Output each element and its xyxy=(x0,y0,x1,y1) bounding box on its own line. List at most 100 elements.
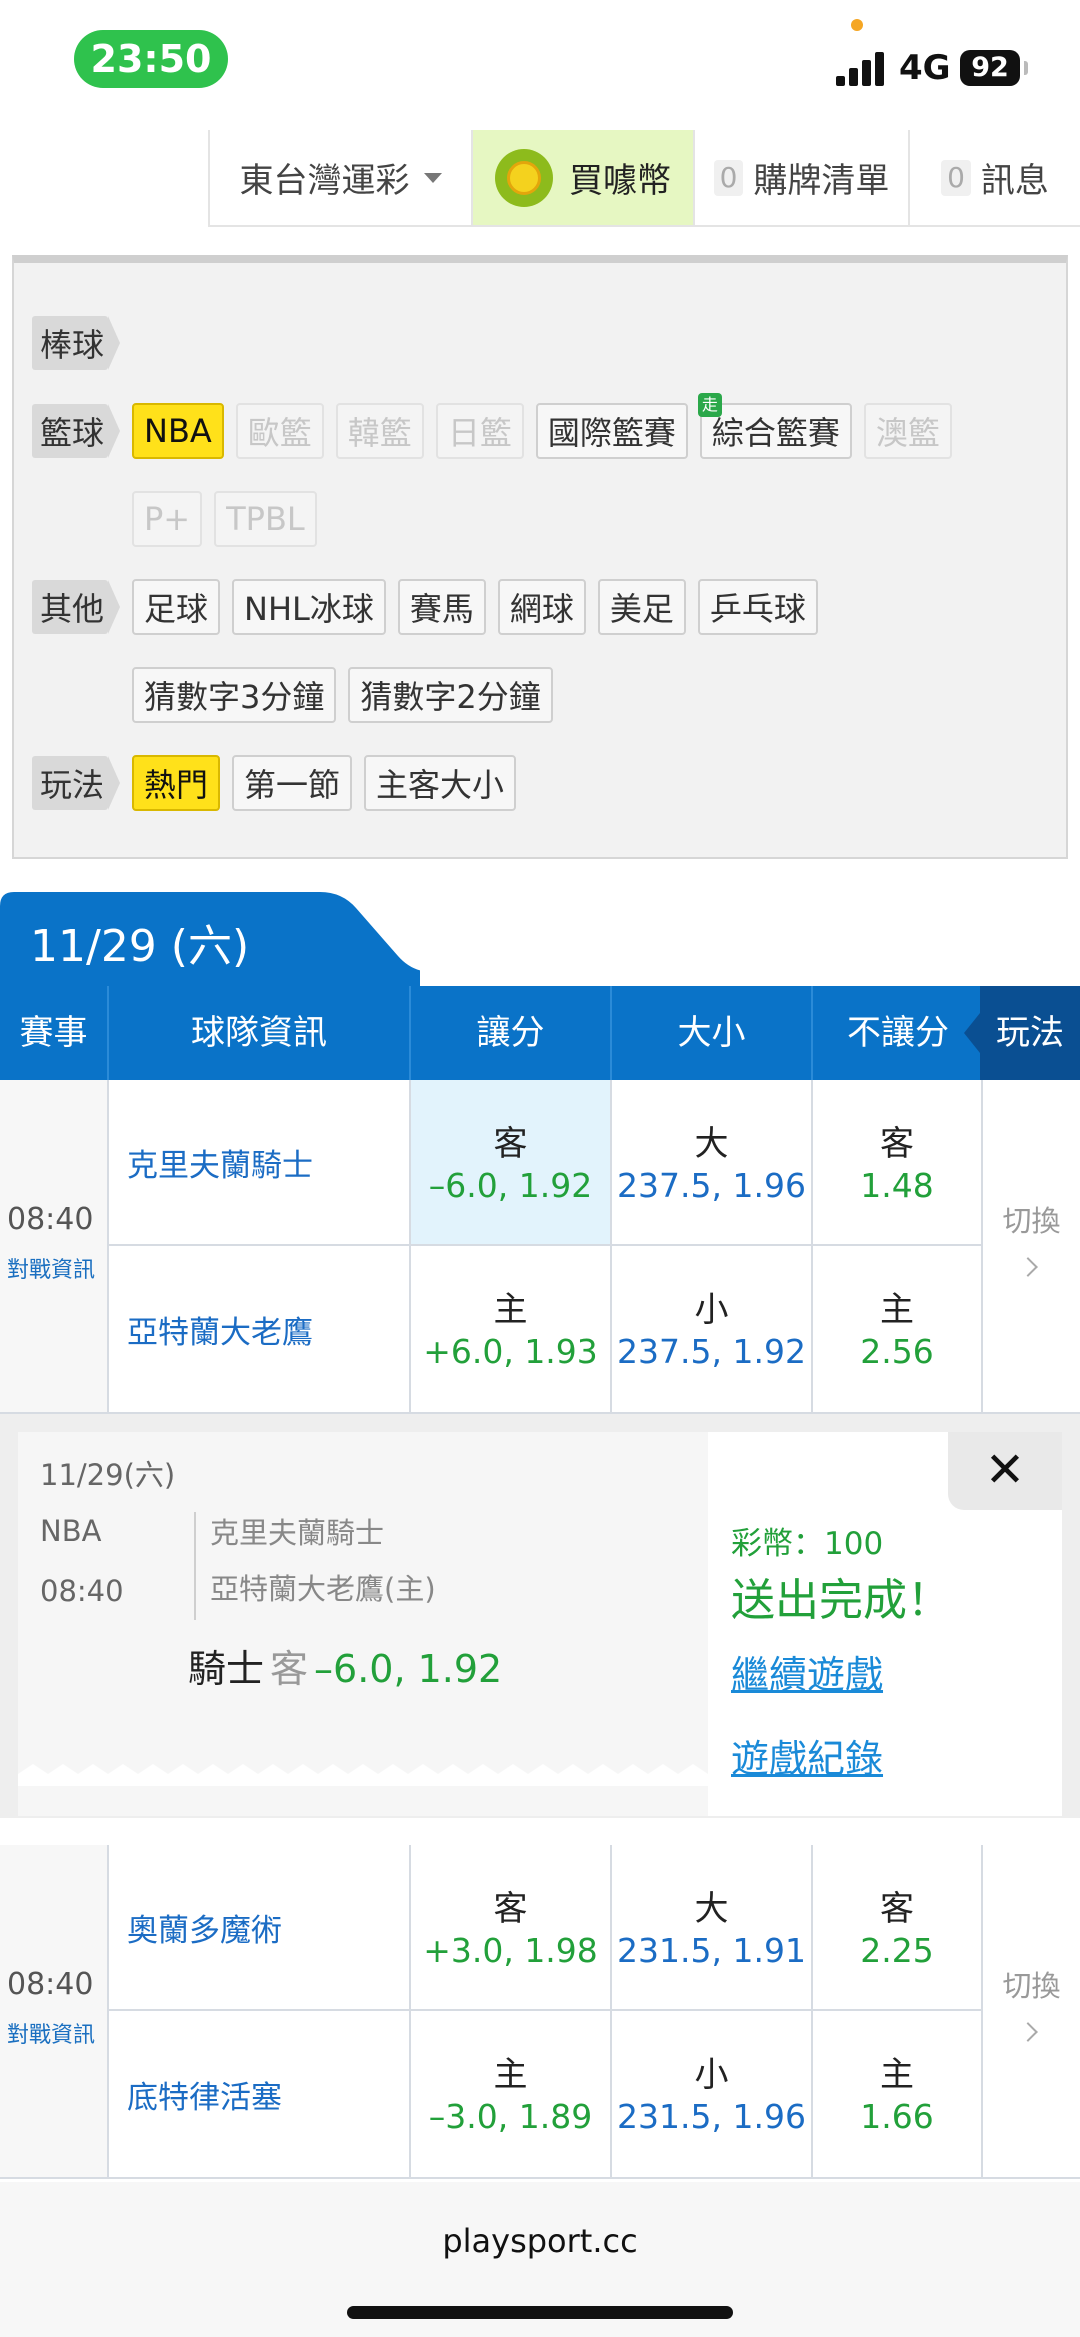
spread-home-odds[interactable]: 主 +6.0, 1.93 xyxy=(411,1246,612,1412)
date-label: 11/29 (六) xyxy=(30,921,250,972)
bet-confirmation-card: 11/29(六) NBA 08:40 克里夫蘭騎士 亞特蘭大老鷹(主) 騎士客 –… xyxy=(18,1432,1062,1816)
chip-tpbl[interactable]: TPBL xyxy=(214,491,317,547)
submit-success-text: 送出完成！ xyxy=(731,1575,951,1626)
filter-row-basketball: 籃球 NBA 歐籃 韓籃 日籃 國際籃賽 走 綜合籃賽 澳籃 xyxy=(32,393,952,459)
matchup-info-link[interactable]: 對戰資訊 xyxy=(7,2017,95,2049)
game-time: 08:40 xyxy=(7,1202,94,1237)
game-row: 08:40 對戰資訊 克里夫蘭騎士 亞特蘭大老鷹 客 –6.0, 1.92 主 … xyxy=(0,1080,1080,1414)
status-bar: 23:50 4G 92 xyxy=(0,0,1080,120)
pick-side: 客 xyxy=(270,1647,309,1691)
ticket-date: 11/29(六) xyxy=(40,1458,176,1492)
game-time-cell: 08:40 對戰資訊 xyxy=(0,1080,109,1412)
coins-amount: 彩幣：100 xyxy=(731,1526,884,1562)
moneyline-home-odds[interactable]: 主 1.66 xyxy=(813,2011,983,2177)
chip-guess-3min[interactable]: 猜數字3分鐘 xyxy=(132,667,337,723)
header-total: 大小 xyxy=(612,986,813,1080)
caret-down-icon xyxy=(423,172,442,183)
filter-panel: 棒球 籃球 NBA 歐籃 韓籃 日籃 國際籃賽 走 綜合籃賽 澳籃 P+ TPB… xyxy=(12,255,1068,859)
header-moneyline: 不讓分 xyxy=(847,1013,949,1053)
buy-coins-label: 買噱幣 xyxy=(569,161,671,201)
cart-button[interactable]: 0 購牌清單 xyxy=(693,130,908,225)
total-over-odds[interactable]: 大 237.5, 1.96 xyxy=(612,1080,813,1246)
moneyline-home-odds[interactable]: 主 2.56 xyxy=(813,1246,983,1412)
messages-label: 訊息 xyxy=(980,161,1049,201)
filter-row-other: 其他 足球 NHL冰球 賽馬 網球 美足 乒乓球 xyxy=(32,579,818,635)
chip-euro-basketball[interactable]: 歐籃 xyxy=(235,403,324,459)
url-bar[interactable]: playsport.cc xyxy=(0,2222,1080,2260)
header-spread: 讓分 xyxy=(411,986,612,1080)
chip-mixed-basketball[interactable]: 走 綜合籃賽 xyxy=(697,393,852,459)
game-history-link[interactable]: 遊戲紀錄 xyxy=(731,1728,883,1783)
chip-table-tennis[interactable]: 乒乓球 xyxy=(697,579,818,635)
chip-japan-basketball[interactable]: 日籃 xyxy=(435,403,524,459)
continue-game-link[interactable]: 繼續遊戲 xyxy=(731,1644,883,1699)
pick-team: 騎士 xyxy=(188,1647,265,1691)
chip-aus-basketball[interactable]: 澳籃 xyxy=(863,403,952,459)
switch-play-button[interactable]: 切換 xyxy=(983,1845,1080,2177)
chevron-right-icon xyxy=(1018,2022,1038,2042)
home-indicator[interactable] xyxy=(347,2306,733,2319)
total-under-odds[interactable]: 小 237.5, 1.92 xyxy=(612,1246,813,1412)
chip-home-away-total[interactable]: 主客大小 xyxy=(364,755,517,811)
region-label: 東台灣運彩 xyxy=(239,161,410,201)
header-team-info: 球隊資訊 xyxy=(109,986,411,1080)
browser-footer: playsport.cc xyxy=(0,2182,1080,2337)
chip-korea-basketball[interactable]: 韓籃 xyxy=(335,403,424,459)
switch-play-button[interactable]: 切換 xyxy=(983,1080,1080,1412)
bet-ticket: 11/29(六) NBA 08:40 克里夫蘭騎士 亞特蘭大老鷹(主) 騎士客 –… xyxy=(18,1432,708,1816)
away-team[interactable]: 克里夫蘭騎士 xyxy=(109,1080,411,1246)
home-team[interactable]: 底特律活塞 xyxy=(109,2011,411,2177)
ticket-league: NBA xyxy=(40,1514,102,1548)
moneyline-away-odds[interactable]: 客 1.48 xyxy=(813,1080,983,1246)
close-icon[interactable]: ✕ xyxy=(948,1432,1062,1510)
network-type: 4G xyxy=(899,48,951,88)
spread-away-odds[interactable]: 客 –6.0, 1.92 xyxy=(411,1080,612,1246)
chip-horse-racing[interactable]: 賽馬 xyxy=(397,579,486,635)
chip-popular[interactable]: 熱門 xyxy=(132,755,221,811)
table-header: 賽事 球隊資訊 讓分 大小 不讓分 玩法 xyxy=(0,986,1080,1080)
battery-cap xyxy=(1024,61,1028,75)
ticket-time: 08:40 xyxy=(40,1574,124,1608)
total-under-odds[interactable]: 小 231.5, 1.96 xyxy=(612,2011,813,2177)
chip-guess-2min[interactable]: 猜數字2分鐘 xyxy=(348,667,553,723)
messages-button[interactable]: 0 訊息 xyxy=(908,130,1080,225)
pick-line: –6.0, 1.92 xyxy=(314,1647,503,1691)
header-event: 賽事 xyxy=(0,986,109,1080)
battery-icon: 92 xyxy=(960,50,1020,86)
matchup-info-link[interactable]: 對戰資訊 xyxy=(7,1252,95,1284)
ticket-team-away: 克里夫蘭騎士 xyxy=(210,1516,385,1550)
bet-confirmation: 11/29(六) NBA 08:40 克里夫蘭騎士 亞特蘭大老鷹(主) 騎士客 –… xyxy=(0,1414,1080,1818)
category-baseball[interactable]: 棒球 xyxy=(32,316,120,370)
chip-soccer[interactable]: 足球 xyxy=(132,579,221,635)
chip-first-quarter[interactable]: 第一節 xyxy=(232,755,353,811)
cart-label: 購牌清單 xyxy=(753,161,890,201)
ticket-pick: 騎士客 –6.0, 1.92 xyxy=(188,1638,502,1693)
chip-intl-basketball[interactable]: 國際籃賽 xyxy=(535,403,688,459)
live-badge: 走 xyxy=(697,393,722,417)
date-header: 11/29 (六) xyxy=(0,892,420,986)
buy-coins-button[interactable]: 買噱幣 xyxy=(471,130,693,225)
game-row: 08:40 對戰資訊 奧蘭多魔術 底特律活塞 客 +3.0, 1.98 主 –3… xyxy=(0,1845,1080,2179)
chip-football[interactable]: 美足 xyxy=(597,579,686,635)
header-play-button[interactable]: 玩法 xyxy=(964,986,1080,1080)
category-basketball[interactable]: 籃球 xyxy=(32,404,120,458)
away-team[interactable]: 奧蘭多魔術 xyxy=(109,1845,411,2011)
region-dropdown[interactable]: 東台灣運彩 xyxy=(208,130,471,225)
chip-nhl[interactable]: NHL冰球 xyxy=(232,579,386,635)
spread-away-odds[interactable]: 客 +3.0, 1.98 xyxy=(411,1845,612,2011)
chip-p-plus[interactable]: P+ xyxy=(132,491,203,547)
chevron-right-icon xyxy=(1018,1257,1038,1277)
category-other[interactable]: 其他 xyxy=(32,580,120,634)
ticket-team-home: 亞特蘭大老鷹(主) xyxy=(210,1572,436,1606)
filter-row-other-2: 猜數字3分鐘 猜數字2分鐘 xyxy=(132,667,553,723)
total-over-odds[interactable]: 大 231.5, 1.91 xyxy=(612,1845,813,2011)
chip-nba[interactable]: NBA xyxy=(132,403,224,459)
category-play[interactable]: 玩法 xyxy=(32,756,120,810)
home-team[interactable]: 亞特蘭大老鷹 xyxy=(109,1246,411,1412)
spread-home-odds[interactable]: 主 –3.0, 1.89 xyxy=(411,2011,612,2177)
coin-icon xyxy=(495,148,553,207)
privacy-indicator-icon xyxy=(851,19,863,31)
filter-row-basketball-2: P+ TPBL xyxy=(132,491,317,547)
chip-tennis[interactable]: 網球 xyxy=(497,579,586,635)
moneyline-away-odds[interactable]: 客 2.25 xyxy=(813,1845,983,2011)
